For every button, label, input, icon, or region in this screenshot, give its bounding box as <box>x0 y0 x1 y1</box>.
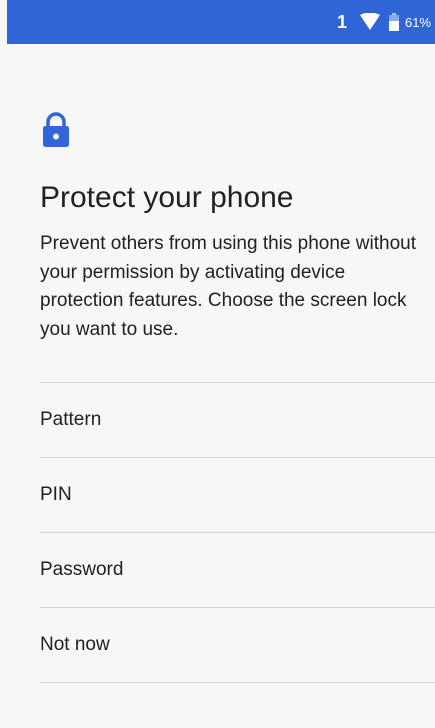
screen-lock-setup: 1 61% Protect your phone Prevent others … <box>0 0 435 728</box>
battery-percent: 61% <box>404 14 431 30</box>
option-pattern[interactable]: Pattern <box>40 383 435 458</box>
page-description: Prevent others from using this phone wit… <box>40 233 416 340</box>
option-password[interactable]: Password <box>40 533 435 608</box>
status-bar: 1 61% <box>7 0 435 44</box>
lock-icon <box>40 112 72 148</box>
battery-icon <box>388 13 399 31</box>
notification-count: 1 <box>336 12 347 32</box>
wifi-icon <box>359 12 381 32</box>
screen-lock-options-list: Pattern PIN Password Not now <box>40 382 435 683</box>
option-not-now[interactable]: Not now <box>40 608 435 683</box>
option-pin[interactable]: PIN <box>40 458 435 533</box>
page-title: Protect your phone <box>40 181 294 214</box>
